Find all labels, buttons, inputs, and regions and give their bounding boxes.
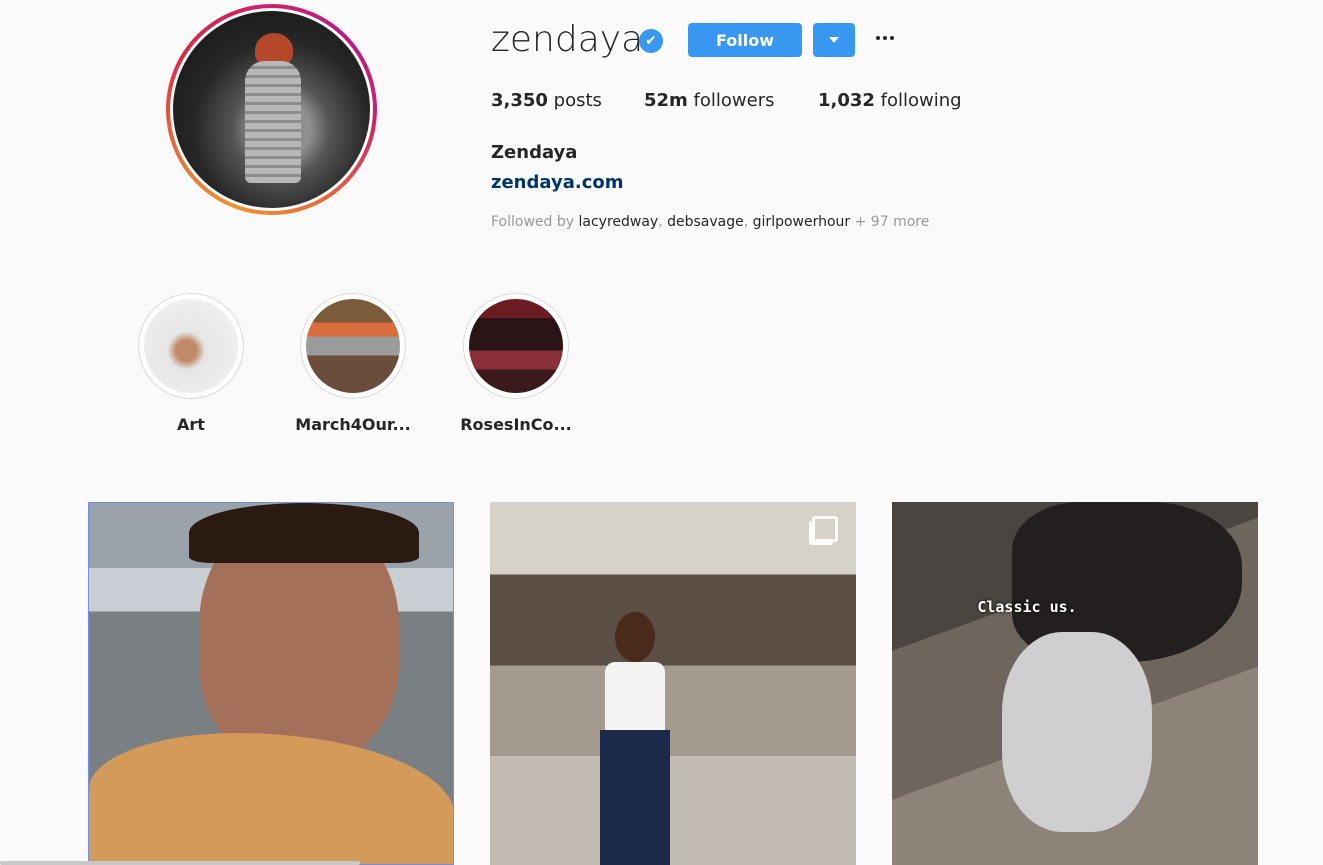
multiple-posts-icon (812, 516, 838, 542)
profile-full-name: Zendaya (491, 142, 578, 163)
followers-label: followers (687, 90, 775, 111)
avatar-photo (173, 11, 370, 208)
following-label: following (874, 90, 962, 111)
highlight-ring (300, 293, 406, 399)
highlight-label: Art (177, 415, 205, 434)
post-photo-top (605, 662, 665, 732)
post-photo-blanket (1002, 632, 1152, 832)
highlight-cover (469, 299, 563, 393)
followed-by-more[interactable]: + 97 more (850, 214, 930, 230)
highlight-ring (463, 293, 569, 399)
post-photo-head (615, 612, 655, 662)
suggested-accounts-dropdown-button[interactable] (813, 23, 855, 57)
followers-count-stat[interactable]: 52m followers (644, 90, 774, 111)
posts-count: 3,350 (491, 90, 548, 111)
profile-website-link[interactable]: zendaya.com (491, 172, 624, 193)
profile-username: zendaya (491, 19, 644, 60)
post-thumbnail[interactable] (490, 502, 856, 865)
horizontal-scrollbar[interactable] (0, 861, 360, 865)
chevron-down-icon (829, 37, 839, 43)
avatar-figure (245, 33, 301, 183)
highlight-label: March4Our... (295, 415, 411, 434)
post-photo-skirt (600, 730, 670, 865)
highlight-cover (144, 299, 238, 393)
follow-button[interactable]: Follow (688, 23, 802, 57)
posts-count-stat: 3,350 posts (491, 90, 602, 111)
more-options-icon[interactable] (873, 26, 897, 50)
post-thumbnail[interactable] (88, 502, 454, 865)
followed-by-user[interactable]: debsavage (667, 214, 744, 230)
followers-count: 52m (644, 90, 688, 111)
post-thumbnail[interactable]: Classic us. (892, 502, 1258, 865)
story-highlight-march4our[interactable]: March4Our... (283, 293, 423, 434)
highlight-label: RosesInCo... (460, 415, 572, 434)
followed-by-prefix: Followed by (491, 214, 579, 230)
post-photo-shirt (89, 733, 453, 864)
followed-by-text[interactable]: Followed by lacyredway, debsavage, girlp… (491, 214, 929, 230)
post-overlay-text: Classic us. (977, 598, 1077, 616)
followed-by-user[interactable]: lacyredway (579, 214, 659, 230)
following-count: 1,032 (818, 90, 875, 111)
story-highlight-art[interactable]: Art (121, 293, 261, 434)
avatar-armor (245, 61, 301, 183)
highlight-cover (306, 299, 400, 393)
post-photo-hair (189, 503, 419, 563)
verified-badge-icon: ✔ (639, 29, 663, 53)
posts-label: posts (547, 90, 602, 111)
following-count-stat[interactable]: 1,032 following (818, 90, 962, 111)
post-photo-person (600, 612, 670, 865)
profile-avatar[interactable] (166, 4, 377, 215)
highlight-ring (138, 293, 244, 399)
followed-by-user[interactable]: girlpowerhour (753, 214, 851, 230)
story-highlight-rosesinco[interactable]: RosesInCo... (446, 293, 586, 434)
